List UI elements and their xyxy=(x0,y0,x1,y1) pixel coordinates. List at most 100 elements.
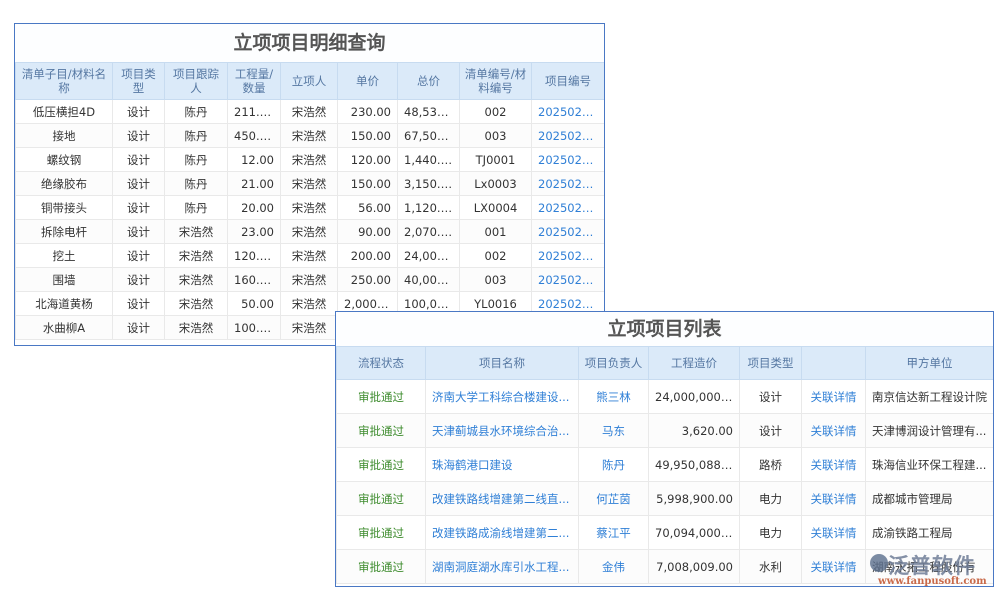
cell-type: 设计 xyxy=(112,195,165,220)
cell-name[interactable]: 天津蓟城县水环境综合治... xyxy=(425,413,579,448)
cell-tracker: 陈丹 xyxy=(164,171,228,196)
cell-qty: 23.00 xyxy=(227,219,281,244)
column-header: 工程造价 xyxy=(648,346,740,380)
table-row[interactable]: 挖土 设计 宋浩然 120.00 宋浩然 200.00 24,000... 002 202502… xyxy=(15,243,604,268)
cell-code: 001 xyxy=(459,219,532,244)
cell-name: 水曲柳A xyxy=(15,315,113,340)
cell-project-no[interactable]: 2025020004 xyxy=(531,123,604,148)
cell-manager[interactable]: 马东 xyxy=(578,413,649,448)
related-details-link[interactable]: 关联详情 xyxy=(801,481,866,516)
cell-tracker: 宋浩然 xyxy=(164,267,228,292)
cell-manager[interactable]: 熊三林 xyxy=(578,379,649,414)
cell-total: 67,500... xyxy=(397,123,460,148)
table-row[interactable]: 拆除电杆 设计 宋浩然 23.00 宋浩然 90.00 2,070.00 001 2025020… xyxy=(15,219,604,244)
cell-status: 审批通过 xyxy=(336,413,426,448)
cell-name[interactable]: 改建铁路成渝线增建第二... xyxy=(425,515,579,550)
related-details-link[interactable]: 关联详情 xyxy=(801,549,866,584)
project-list-panel: 立项项目列表 流程状态 项目名称 项目负责人 工程造价 项目类型 甲方单位 审批通过 济南大… xyxy=(335,311,994,587)
table-row[interactable]: 审批通过 珠海鹤港口建设 陈丹 49,950,088.00 路桥 关联详情 珠海信业环保工程… xyxy=(336,447,993,482)
table-row[interactable]: 围墙 设计 宋浩然 160.00 宋浩然 250.00 40,000... 003 202502… xyxy=(15,267,604,292)
table-row[interactable]: 低压横担4D 设计 陈丹 211.00 宋浩然 230.00 48,530... 002 202… xyxy=(15,99,604,124)
cell-qty: 20.00 xyxy=(227,195,281,220)
cell-name: 拆除电杆 xyxy=(15,219,113,244)
cell-qty: 12.00 xyxy=(227,147,281,172)
cell-client: 成都城市管理局 xyxy=(865,481,993,516)
cell-cost: 70,094,000.00 xyxy=(648,515,740,550)
cell-qty: 100.00 xyxy=(227,315,281,340)
cell-project-no[interactable]: 2025020004 xyxy=(531,171,604,196)
cell-unit-price: 250.00 xyxy=(337,267,398,292)
cell-type: 设计 xyxy=(739,413,802,448)
cell-total: 24,000... xyxy=(397,243,460,268)
cell-type: 设计 xyxy=(739,379,802,414)
cell-creator: 宋浩然 xyxy=(280,147,338,172)
cell-project-no[interactable]: 2025020004 xyxy=(531,195,604,220)
cell-total: 40,000... xyxy=(397,267,460,292)
table-row[interactable]: 审批通过 天津蓟城县水环境综合治... 马东 3,620.00 设计 关联详情 天津博润设计… xyxy=(336,413,993,448)
cell-creator: 宋浩然 xyxy=(280,123,338,148)
cell-client: 天津博润设计管理有... xyxy=(865,413,993,448)
column-header: 项目负责人 xyxy=(578,346,649,380)
cell-client: 湖南永拓工程股份有 xyxy=(865,549,993,584)
related-details-link[interactable]: 关联详情 xyxy=(801,447,866,482)
cell-code: 003 xyxy=(459,123,532,148)
cell-project-no[interactable]: 2025020004 xyxy=(531,99,604,124)
cell-manager[interactable]: 何芷茵 xyxy=(578,481,649,516)
table-row[interactable]: 审批通过 济南大学工科综合楼建设... 熊三林 24,000,000.00 设计 关联详情… xyxy=(336,379,993,414)
related-details-link[interactable]: 关联详情 xyxy=(801,413,866,448)
cell-qty: 450.00 xyxy=(227,123,281,148)
cell-manager[interactable]: 金伟 xyxy=(578,549,649,584)
cell-code: Lx0003 xyxy=(459,171,532,196)
cell-tracker: 宋浩然 xyxy=(164,315,228,340)
column-header: 项目跟踪人 xyxy=(164,62,228,100)
project-list-table: 流程状态 项目名称 项目负责人 工程造价 项目类型 甲方单位 审批通过 济南大学工科综合楼建… xyxy=(336,346,993,584)
cell-name[interactable]: 改建铁路线增建第二线直... xyxy=(425,481,579,516)
table-row[interactable]: 铜带接头 设计 陈丹 20.00 宋浩然 56.00 1,120.00 LX0004 20250… xyxy=(15,195,604,220)
cell-total: 3,150.00 xyxy=(397,171,460,196)
table-row[interactable]: 接地 设计 陈丹 450.00 宋浩然 150.00 67,500... 003 2025020… xyxy=(15,123,604,148)
table-row[interactable]: 审批通过 改建铁路成渝线增建第二... 蔡江平 70,094,000.00 电力 关联详情… xyxy=(336,515,993,550)
table-row[interactable]: 螺纹钢 设计 陈丹 12.00 宋浩然 120.00 1,440.00 TJ0001 20250… xyxy=(15,147,604,172)
cell-project-no[interactable]: 2025020003 xyxy=(531,267,604,292)
cell-name: 北海道黄杨 xyxy=(15,291,113,316)
cell-qty: 211.00 xyxy=(227,99,281,124)
column-header: 甲方单位 xyxy=(865,346,993,380)
table-row[interactable]: 审批通过 湖南洞庭湖水库引水工程... 金伟 7,008,009.00 水利 关联详情 湖南… xyxy=(336,549,993,584)
cell-client: 南京信达新工程设计院 xyxy=(865,379,993,414)
cell-qty: 120.00 xyxy=(227,243,281,268)
column-header: 总价 xyxy=(397,62,460,100)
cell-type: 设计 xyxy=(112,219,165,244)
cell-type: 设计 xyxy=(112,123,165,148)
cell-code: 003 xyxy=(459,267,532,292)
column-header: 立项人 xyxy=(280,62,338,100)
cell-manager[interactable]: 陈丹 xyxy=(578,447,649,482)
cell-total: 2,070.00 xyxy=(397,219,460,244)
related-details-link[interactable]: 关联详情 xyxy=(801,515,866,550)
cell-creator: 宋浩然 xyxy=(280,243,338,268)
detail-table: 清单子目/材料名称 项目类型 项目跟踪人 工程量/数量 立项人 单价 总价 清单编号/材料编号… xyxy=(15,62,604,340)
cell-qty: 160.00 xyxy=(227,267,281,292)
cell-manager[interactable]: 蔡江平 xyxy=(578,515,649,550)
cell-name: 围墙 xyxy=(15,267,113,292)
cell-project-no[interactable]: 2025020003 xyxy=(531,219,604,244)
related-details-link[interactable]: 关联详情 xyxy=(801,379,866,414)
cell-name[interactable]: 珠海鹤港口建设 xyxy=(425,447,579,482)
cell-unit-price: 150.00 xyxy=(337,171,398,196)
detail-table-body: 低压横担4D 设计 陈丹 211.00 宋浩然 230.00 48,530... 002 202… xyxy=(15,99,604,340)
cell-client: 成渝铁路工程局 xyxy=(865,515,993,550)
cell-tracker: 宋浩然 xyxy=(164,291,228,316)
table-row[interactable]: 审批通过 改建铁路线增建第二线直... 何芷茵 5,998,900.00 电力 关联详情成… xyxy=(336,481,993,516)
cell-name: 铜带接头 xyxy=(15,195,113,220)
cell-name[interactable]: 湖南洞庭湖水库引水工程... xyxy=(425,549,579,584)
cell-creator: 宋浩然 xyxy=(280,99,338,124)
cell-project-no[interactable]: 2025020003 xyxy=(531,243,604,268)
table-row[interactable]: 绝缘胶布 设计 陈丹 21.00 宋浩然 150.00 3,150.00 Lx0003 2025… xyxy=(15,171,604,196)
cell-project-no[interactable]: 2025020004 xyxy=(531,147,604,172)
cell-cost: 7,008,009.00 xyxy=(648,549,740,584)
cell-creator: 宋浩然 xyxy=(280,171,338,196)
cell-name[interactable]: 济南大学工科综合楼建设... xyxy=(425,379,579,414)
cell-qty: 50.00 xyxy=(227,291,281,316)
cell-name: 螺纹钢 xyxy=(15,147,113,172)
column-header: 项目类型 xyxy=(739,346,802,380)
cell-name: 接地 xyxy=(15,123,113,148)
